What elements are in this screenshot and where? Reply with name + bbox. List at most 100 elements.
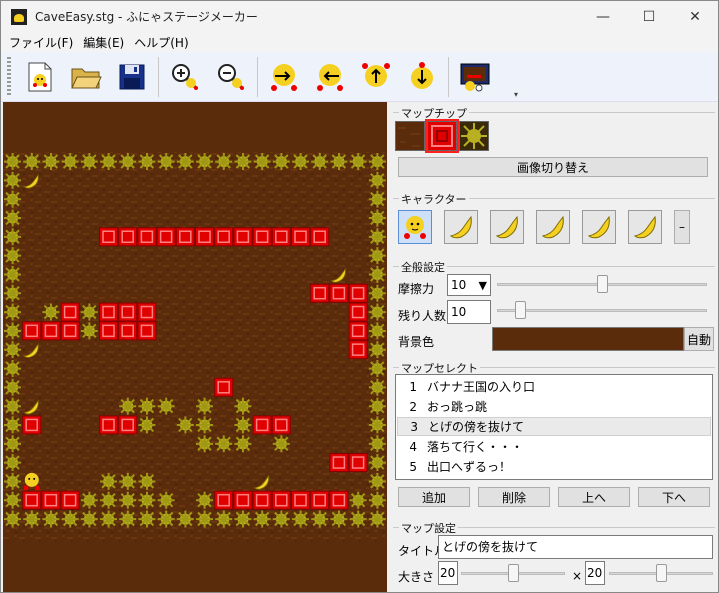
- shift-up-button[interactable]: [358, 59, 394, 95]
- shift-right-button[interactable]: [266, 59, 302, 95]
- character-button[interactable]: [490, 210, 524, 244]
- slider-thumb[interactable]: [508, 564, 519, 582]
- shift-down-button[interactable]: [404, 59, 440, 95]
- map-list-item[interactable]: 1 バナナ王国の入り口: [397, 377, 711, 396]
- friction-slider[interactable]: [497, 274, 707, 294]
- spike-tile: [176, 416, 194, 434]
- spike-tile: [157, 491, 175, 509]
- red-block-tile: [329, 453, 349, 473]
- spike-tile: [4, 454, 21, 472]
- spike-tile: [119, 397, 137, 415]
- menu-help[interactable]: ヘルプ(H): [130, 34, 192, 51]
- spike-tile: [311, 153, 329, 170]
- spike-tile: [100, 472, 117, 490]
- spike-tile: [311, 510, 329, 528]
- map-list-item[interactable]: 3 とげの傍を抜けて: [397, 417, 711, 436]
- character-button[interactable]: [628, 210, 662, 244]
- menu-file[interactable]: ファイル(F): [5, 34, 77, 51]
- lives-slider[interactable]: [497, 300, 707, 320]
- test-play-button[interactable]: [457, 59, 493, 95]
- character-button[interactable]: [582, 210, 616, 244]
- chevron-down-icon[interactable]: ▼: [479, 279, 487, 292]
- slider-thumb[interactable]: [515, 301, 526, 319]
- delete-map-button[interactable]: 削除: [478, 487, 550, 507]
- chip-dirt-wall[interactable]: [395, 121, 425, 151]
- spike-tile: [80, 510, 98, 528]
- maximize-button[interactable]: ☐: [626, 1, 672, 32]
- map-height-slider[interactable]: [609, 563, 713, 583]
- open-button[interactable]: [68, 59, 104, 95]
- spike-tile: [368, 171, 386, 189]
- spike-tile: [4, 472, 21, 490]
- spike-tile: [80, 322, 98, 340]
- close-button[interactable]: ✕: [672, 1, 718, 32]
- auto-color-button[interactable]: 自動: [684, 327, 714, 351]
- slider-thumb[interactable]: [656, 564, 667, 582]
- friction-select[interactable]: 10 ▼: [447, 274, 491, 296]
- map-list[interactable]: 1 バナナ王国の入り口 2 おっ跳っ跳 3 とげの傍を抜けて 4 落ちて行く・・・ 5 出口へずる…: [395, 374, 713, 480]
- map-settings-label: マップ設定: [399, 520, 458, 536]
- image-switch-button[interactable]: 画像切り替え: [398, 157, 708, 177]
- spike-tile: [100, 153, 117, 170]
- map-width-slider[interactable]: [461, 563, 565, 583]
- spike-tile: [80, 153, 98, 170]
- map-list-item[interactable]: 5 出口へずるっ！: [397, 457, 711, 476]
- character-button[interactable]: [444, 210, 478, 244]
- map-width-field[interactable]: 20: [438, 561, 458, 585]
- map-list-item[interactable]: 4 落ちて行く・・・: [397, 437, 711, 456]
- toolbar-separator: [257, 56, 258, 97]
- character-button[interactable]: [536, 210, 570, 244]
- red-block-tile: [22, 415, 42, 435]
- red-block-tile: [233, 490, 253, 510]
- add-map-button[interactable]: 追加: [398, 487, 470, 507]
- spike-tile: [4, 491, 21, 509]
- toolbar-overflow-icon[interactable]: ▾: [514, 90, 518, 99]
- spike-tile: [349, 153, 367, 170]
- menu-edit[interactable]: 編集(E): [79, 34, 128, 51]
- minimize-button[interactable]: —: [580, 1, 626, 32]
- toolbar-grip[interactable]: [7, 56, 11, 97]
- lives-field[interactable]: 10: [447, 300, 491, 324]
- spike-tile: [4, 209, 21, 227]
- map-title-field[interactable]: とげの傍を抜けて: [438, 535, 713, 559]
- slider-thumb[interactable]: [597, 275, 608, 293]
- open-folder-icon: [71, 68, 102, 88]
- window-title: CaveEasy.stg - ふにゃステージメーカー: [35, 10, 258, 24]
- character-button[interactable]: [398, 210, 432, 244]
- red-block-tile: [22, 321, 42, 341]
- spike-tile: [138, 491, 156, 509]
- map-title: おっ跳っ跳: [427, 400, 488, 414]
- save-button[interactable]: [114, 59, 150, 95]
- map-title-value: とげの傍を抜けて: [442, 540, 539, 554]
- spike-tile: [157, 510, 175, 528]
- red-block-tile: [137, 321, 157, 341]
- red-block-tile: [348, 453, 368, 473]
- move-down-button[interactable]: 下へ: [638, 487, 710, 507]
- stage-map[interactable]: [3, 102, 387, 592]
- shift-left-button[interactable]: [312, 59, 348, 95]
- spike-chip-icon: [461, 123, 487, 149]
- spike-tile: [61, 153, 79, 170]
- stage-map-canvas[interactable]: [3, 102, 387, 592]
- map-chip-group: マップチップ: [393, 105, 715, 162]
- spike-tile: [100, 491, 117, 509]
- map-number: 3: [410, 419, 418, 434]
- spike-tile: [272, 153, 290, 170]
- background-color-swatch[interactable]: [492, 327, 684, 351]
- chip-red-block[interactable]: [425, 119, 459, 153]
- remove-character-button[interactable]: –: [674, 210, 690, 244]
- map-number: 1: [409, 379, 417, 394]
- spike-tile: [272, 435, 290, 453]
- move-up-button[interactable]: 上へ: [558, 487, 630, 507]
- red-block-tile: [252, 227, 272, 247]
- map-height-field[interactable]: 20: [585, 561, 605, 585]
- save-floppy-icon: [119, 64, 145, 89]
- map-title: 落ちて行く・・・: [427, 440, 524, 454]
- spike-tile: [4, 416, 21, 434]
- new-stage-button[interactable]: [22, 59, 58, 95]
- shift-down-icon: [411, 61, 433, 89]
- chip-spike[interactable]: [459, 121, 489, 151]
- zoom-in-button[interactable]: [167, 59, 203, 95]
- zoom-out-button[interactable]: [213, 59, 249, 95]
- map-list-item[interactable]: 2 おっ跳っ跳: [397, 397, 711, 416]
